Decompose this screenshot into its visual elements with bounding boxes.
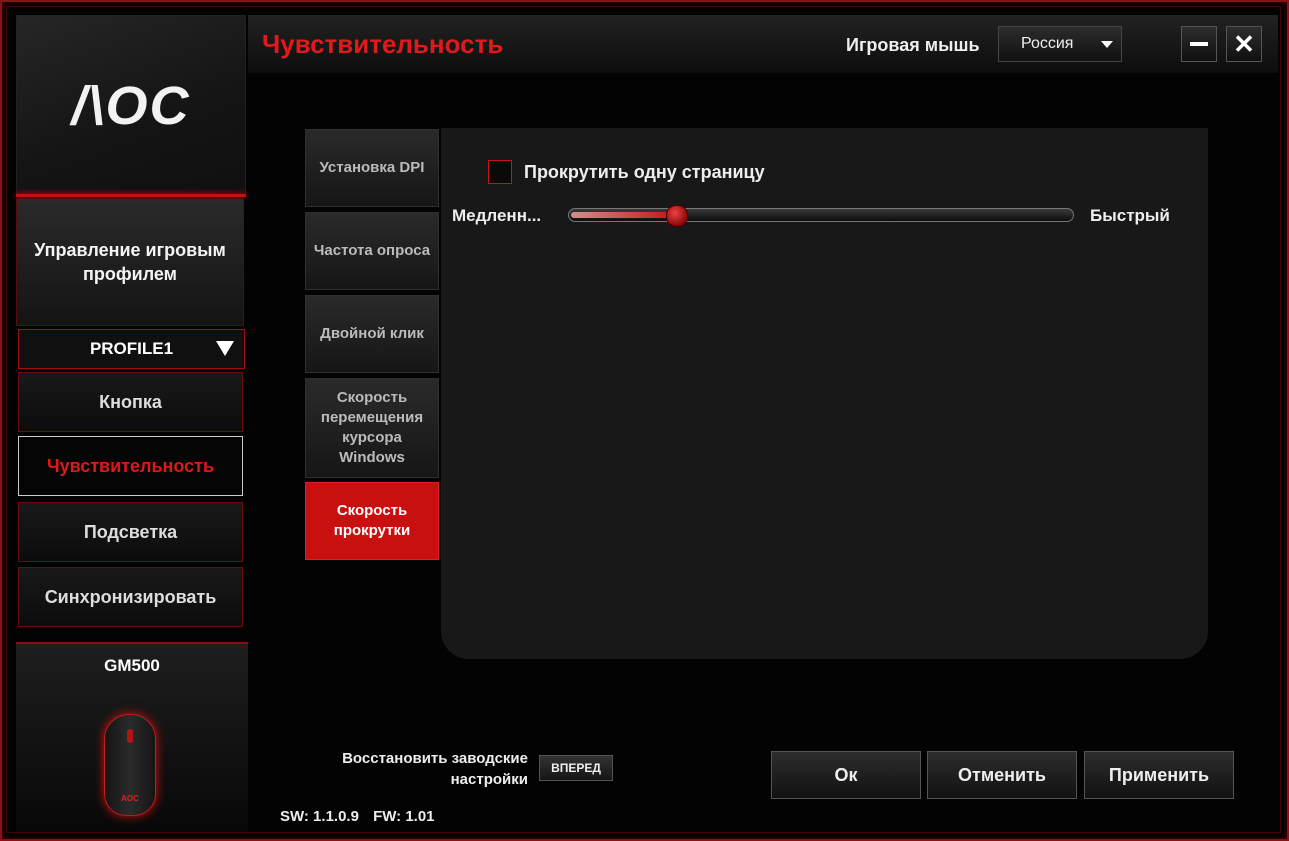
minimize-button[interactable] xyxy=(1181,26,1217,62)
region-select[interactable]: Россия xyxy=(998,26,1122,62)
restore-defaults-label: Восстановить заводские настройки xyxy=(342,750,528,788)
triangle-down-icon xyxy=(216,341,234,356)
mouse-logo: AOC xyxy=(121,794,139,803)
device-type-label: Игровая мышь xyxy=(846,35,980,55)
slider-max-label: Быстрый xyxy=(1090,206,1170,225)
aoc-logo: /\OC xyxy=(16,15,246,197)
nav-button-sync[interactable]: Синхронизировать xyxy=(18,567,243,627)
device-name: GM500 xyxy=(104,656,160,675)
version-info: SW: 1.1.0.9 FW: 1.01 xyxy=(280,808,445,825)
profile-management-heading: Управление игровым профилем xyxy=(16,198,244,326)
tab-scroll-speed[interactable]: Скорость прокрутки xyxy=(305,482,439,560)
tab-dpi[interactable]: Установка DPI xyxy=(305,129,439,207)
scroll-one-page-label: Прокрутить одну страницу xyxy=(524,162,765,182)
slider-thumb[interactable] xyxy=(666,205,688,227)
scroll-one-page-checkbox[interactable] xyxy=(488,160,512,184)
close-button[interactable]: ✕ xyxy=(1226,26,1262,62)
ok-button[interactable]: Ок xyxy=(771,751,921,799)
scroll-speed-slider[interactable] xyxy=(568,205,1074,227)
chevron-down-icon xyxy=(1101,41,1113,48)
logo-text: /\OC xyxy=(71,76,191,136)
tab-double-click[interactable]: Двойной клик xyxy=(305,295,439,373)
nav-button-sensitivity[interactable]: Чувствительность xyxy=(18,436,243,496)
slider-min-label: Медленн... xyxy=(452,206,542,225)
profile-select-value: PROFILE1 xyxy=(89,339,174,358)
tab-pointer-speed[interactable]: Скорость перемещения курсора Windows xyxy=(305,378,439,478)
mouse-wheel-icon xyxy=(127,729,133,743)
close-icon: ✕ xyxy=(1233,29,1255,59)
device-panel: GM500 AOC xyxy=(16,642,248,832)
mouse-image: AOC xyxy=(104,714,156,816)
slider-fill xyxy=(571,212,676,218)
sw-version: SW: 1.1.0.9 xyxy=(280,808,359,825)
apply-button[interactable]: Применить xyxy=(1084,751,1234,799)
tab-polling-rate[interactable]: Частота опроса xyxy=(305,212,439,290)
page-title: Чувствительность xyxy=(262,29,504,59)
restore-defaults-button[interactable]: ВПЕРЕД xyxy=(539,755,613,781)
minimize-icon xyxy=(1190,42,1208,46)
cancel-button[interactable]: Отменить xyxy=(927,751,1077,799)
fw-version: FW: 1.01 xyxy=(373,808,435,825)
nav-button-lighting[interactable]: Подсветка xyxy=(18,502,243,562)
profile-select[interactable]: PROFILE1 xyxy=(18,329,245,369)
region-select-value: Россия xyxy=(1021,35,1074,52)
nav-button-button[interactable]: Кнопка xyxy=(18,372,243,432)
logo-divider xyxy=(16,194,246,197)
